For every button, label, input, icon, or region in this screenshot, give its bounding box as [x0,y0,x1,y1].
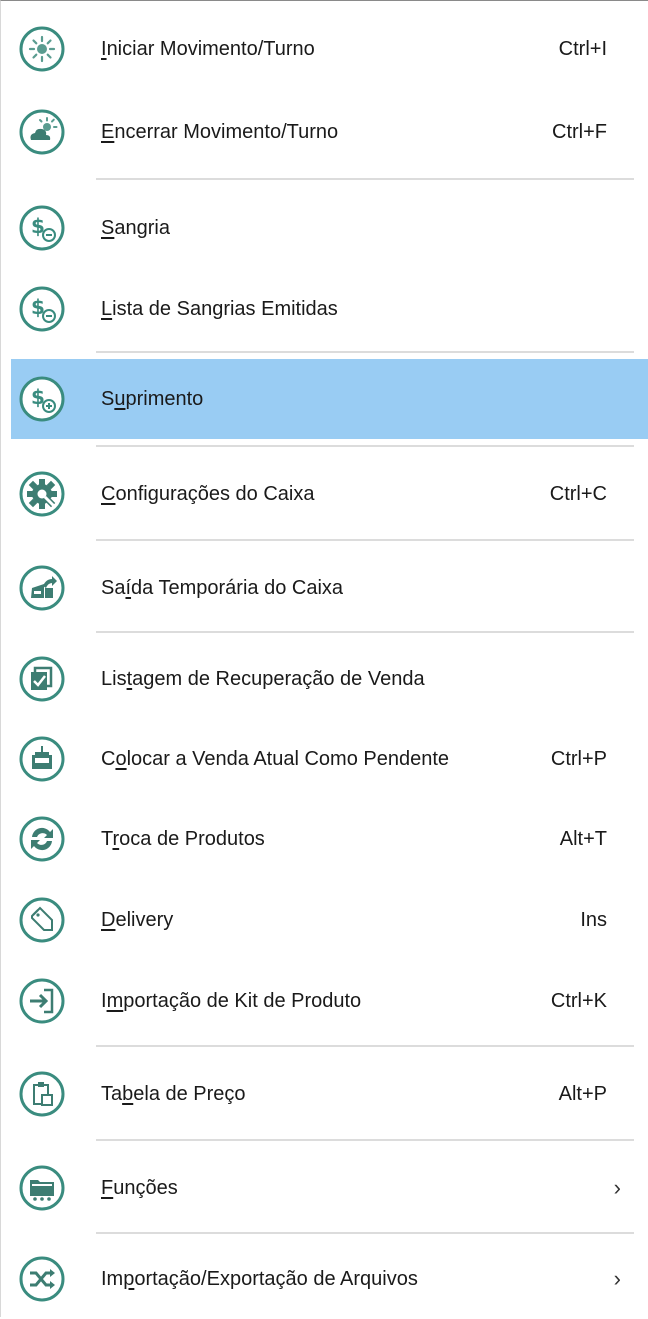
menu-item-label: Configurações do Caixa [101,482,315,505]
menu-item-label: Suprimento [101,387,204,410]
delivery-tag-icon [18,896,66,944]
menu-item-troca-produtos[interactable]: Troca de Produtos Alt+T [11,799,648,879]
menu-item-sangria[interactable]: $ Sangria [11,187,648,269]
menu-item-label: Colocar a Venda Atual Como Pendente [101,747,450,770]
pending-sale-icon [18,735,66,783]
submenu-chevron-icon: › [613,1175,621,1200]
shortcut-label: Ctrl+C [549,482,607,505]
shortcut-label: Ctrl+K [550,989,607,1012]
menu-item-label: Importação de Kit de Produto [101,989,362,1012]
dollar-minus-icon: $ [18,204,66,252]
menu-item-label: Sangria [101,216,170,239]
submenu-chevron-icon: › [613,1266,621,1291]
menu-item-label: Iniciar Movimento/Turno [101,37,315,60]
menu-separator [96,351,634,353]
menu-item-label: Tabela de Preço [101,1082,246,1105]
shortcut-label: Ctrl+P [550,747,607,770]
menu-item-label: Listagem de Recuperação de Venda [101,667,425,690]
menu-item-saida-temporaria[interactable]: Saída Temporária do Caixa [11,547,648,629]
import-icon [18,977,66,1025]
menu-item-label: Encerrar Movimento/Turno [101,120,339,143]
menu-separator [96,1232,634,1234]
shuffle-icon [18,1255,66,1303]
shortcut-label: Ins [580,908,607,931]
exchange-icon [18,815,66,863]
menu-separator [96,1045,634,1047]
menu-item-listagem-recuperacao[interactable]: Listagem de Recuperação de Venda [11,639,648,719]
menu-separator [96,178,634,180]
cloud-sun-icon [18,108,66,156]
menu-separator [96,631,634,633]
menu-item-label: Funções [101,1176,178,1199]
menu-item-encerrar-movimento[interactable]: Encerrar Movimento/Turno Ctrl+F [11,91,648,173]
menu-item-importacao-exportacao[interactable]: Importação/Exportação de Arquivos › [11,1239,648,1319]
menu-item-tabela-preco[interactable]: Tabela de Preço Alt+P [11,1053,648,1135]
menu-item-funcoes[interactable]: Funções › [11,1147,648,1229]
menu-item-label: Troca de Produtos [101,827,265,850]
dollar-minus-icon: $ [18,285,66,333]
menu-item-venda-pendente[interactable]: Colocar a Venda Atual Como Pendente Ctrl… [11,719,648,799]
shortcut-label: Alt+T [559,827,607,850]
menu-item-suprimento[interactable]: $ Suprimento [11,359,648,439]
context-menu: Iniciar Movimento/Turno Ctrl+I Encerrar … [0,0,648,1317]
sun-icon [18,25,66,73]
clipboard-icon [18,1070,66,1118]
menu-separator [96,539,634,541]
gear-wrench-icon [18,470,66,518]
shortcut-label: Alt+P [558,1082,607,1105]
menu-item-label: Saída Temporária do Caixa [101,576,344,599]
checklist-icon [18,655,66,703]
menu-item-importacao-kit[interactable]: Importação de Kit de Produto Ctrl+K [11,961,648,1041]
menu-item-label: Importação/Exportação de Arquivos [101,1267,418,1290]
menu-item-lista-sangrias[interactable]: $ Lista de Sangrias Emitidas [11,269,648,349]
menu-item-delivery[interactable]: Delivery Ins [11,879,648,961]
shortcut-label: Ctrl+F [552,120,607,143]
menu-item-iniciar-movimento[interactable]: Iniciar Movimento/Turno Ctrl+I [11,9,648,89]
menu-item-label: Lista de Sangrias Emitidas [101,297,338,320]
dollar-plus-icon: $ [18,375,66,423]
register-exit-icon [18,564,66,612]
menu-item-configuracoes-caixa[interactable]: Configurações do Caixa Ctrl+C [11,453,648,535]
menu-separator [96,445,634,447]
menu-item-label: Delivery [101,908,174,931]
folder-cart-icon [18,1164,66,1212]
shortcut-label: Ctrl+I [558,37,607,60]
menu-separator [96,1139,634,1141]
